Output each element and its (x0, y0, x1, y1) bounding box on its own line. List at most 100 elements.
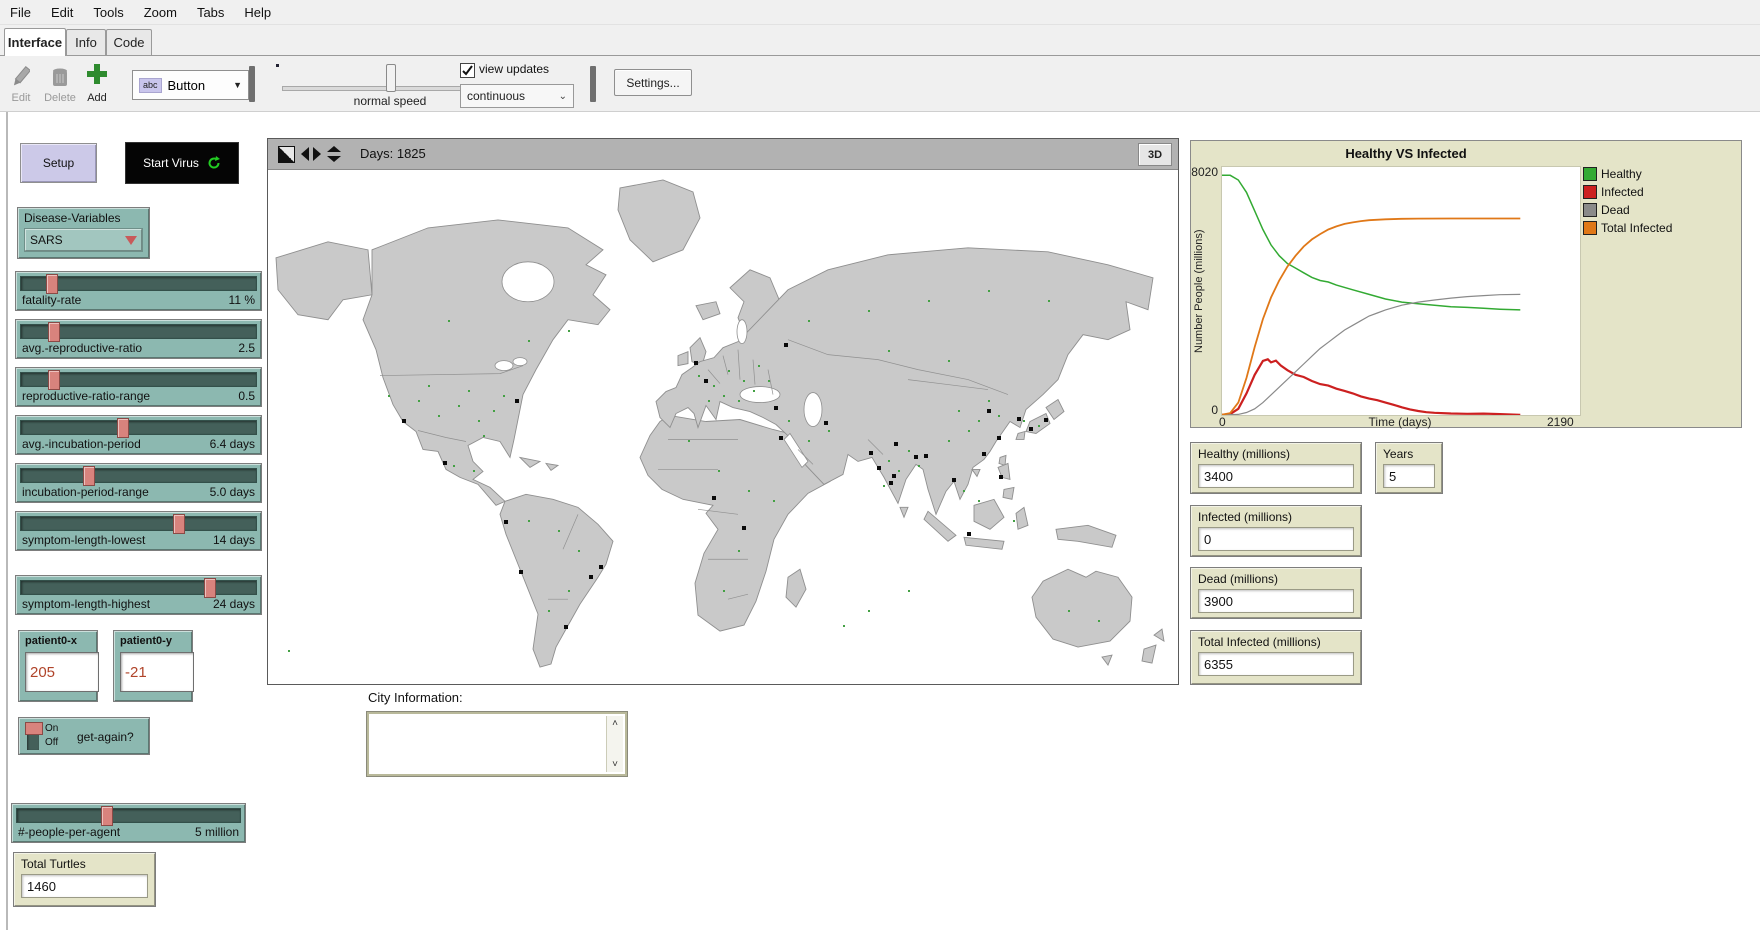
scroll-up-icon[interactable]: ˄ (612, 718, 618, 729)
delete-trash-icon[interactable] (49, 64, 71, 90)
world-view: Days: 1825 3D (267, 138, 1179, 685)
agent-dot (963, 490, 965, 492)
patient0-y-field[interactable] (120, 652, 194, 692)
city-dot (1044, 418, 1048, 422)
get-again-switch[interactable]: On Off get-again? (18, 717, 150, 755)
agent-dot (548, 610, 550, 612)
slider-avg-incubation-period[interactable]: avg.-incubation-period6.4 days (15, 415, 262, 455)
slider-track[interactable] (20, 468, 257, 483)
slider-track[interactable] (20, 516, 257, 531)
switch-handle[interactable] (25, 722, 43, 735)
slider-handle[interactable] (117, 418, 129, 438)
start-virus-label: Start Virus (143, 156, 199, 170)
agent-dot (728, 370, 730, 372)
slider-symptom-length-lowest[interactable]: symptom-length-lowest14 days (15, 511, 262, 551)
legend-swatch (1583, 203, 1597, 217)
slider-handle[interactable] (83, 466, 95, 486)
scroll-down-icon[interactable]: ˅ (612, 759, 618, 770)
vertical-resize-icon[interactable] (326, 146, 342, 162)
menu-help[interactable]: Help (234, 2, 281, 23)
agent-dot (808, 440, 810, 442)
slider-handle[interactable] (48, 322, 60, 342)
city-dot (877, 466, 881, 470)
slider-handle[interactable] (173, 514, 185, 534)
agent-dot (558, 530, 560, 532)
add-plus-icon[interactable] (86, 63, 108, 87)
slider-handle[interactable] (48, 370, 60, 390)
monitor-label: Years (1383, 447, 1435, 461)
widget-type-dropdown[interactable]: abc Button ▼ (132, 70, 249, 100)
slider-value: 14 days (213, 533, 255, 547)
monitor-label: Infected (millions) (1198, 510, 1354, 524)
slider-track[interactable] (20, 420, 257, 435)
slider-symptom-length-highest[interactable]: symptom-length-highest24 days (15, 575, 262, 615)
agent-dot (568, 330, 570, 332)
plot-line-infected (1222, 359, 1520, 415)
patient0-x-field[interactable] (25, 652, 99, 692)
slider-handle[interactable] (204, 578, 216, 598)
horizontal-resize-icon[interactable] (301, 146, 321, 162)
slider-people-per-agent[interactable]: #-people-per-agent5 million (11, 803, 246, 843)
city-information-output[interactable]: ˄ ˅ (367, 712, 627, 776)
x-axis-label: Time (days) (1221, 415, 1579, 429)
chooser-value-box[interactable]: SARS (24, 228, 143, 252)
slider-track[interactable] (20, 276, 257, 291)
tab-info[interactable]: Info (66, 29, 106, 55)
resize-corner-icon[interactable] (278, 146, 295, 163)
agent-dot (1098, 620, 1100, 622)
legend-item-dead: Dead (1583, 203, 1630, 217)
edit-button: Edit (4, 92, 38, 104)
speed-slider-handle[interactable] (386, 64, 396, 92)
city-dot (704, 379, 708, 383)
chooser-arrow-icon (125, 236, 137, 245)
toolbar: Edit Delete Add abc Button ▼ normal spee… (0, 56, 1760, 112)
disease-variables-chooser[interactable]: Disease-Variables SARS (17, 207, 150, 259)
chevron-down-icon: ▼ (233, 80, 242, 90)
agent-dot (738, 400, 740, 402)
view-updates-checkbox[interactable] (460, 63, 475, 78)
slider-track[interactable] (16, 808, 241, 823)
speed-tick (276, 64, 279, 67)
agent-dot (468, 390, 470, 392)
agent-dot (928, 300, 930, 302)
menu-tools[interactable]: Tools (83, 2, 133, 23)
speed-slider-track[interactable] (282, 86, 472, 91)
tab-interface[interactable]: Interface (4, 28, 66, 56)
monitor-value: 0 (1198, 527, 1354, 551)
legend-swatch (1583, 167, 1597, 181)
agent-dot (458, 405, 460, 407)
legend-swatch (1583, 185, 1597, 199)
slider-value: 0.5 (238, 389, 255, 403)
city-dot (967, 532, 971, 536)
tab-code[interactable]: Code (106, 29, 152, 55)
menu-zoom[interactable]: Zoom (134, 2, 187, 23)
city-dot (694, 361, 698, 365)
start-virus-button[interactable]: Start Virus (125, 142, 239, 184)
menu-tabs[interactable]: Tabs (187, 2, 234, 23)
menu-file[interactable]: File (0, 2, 41, 23)
city-dot (892, 474, 896, 478)
slider-incubation-period-range[interactable]: incubation-period-range5.0 days (15, 463, 262, 503)
setup-button[interactable]: Setup (20, 143, 97, 183)
update-mode-dropdown[interactable]: continuous ⌄ (460, 84, 574, 108)
scrollbar[interactable]: ˄ ˅ (606, 716, 623, 772)
slider-handle[interactable] (46, 274, 58, 294)
slider-track[interactable] (20, 372, 257, 387)
city-dot (987, 409, 991, 413)
legend-label: Dead (1601, 203, 1630, 217)
slider-reproductive-ratio-range[interactable]: reproductive-ratio-range0.5 (15, 367, 262, 407)
slider-track[interactable] (20, 324, 257, 339)
agent-dot (1013, 520, 1015, 522)
slider-fatality-rate[interactable]: fatality-rate11 % (15, 271, 262, 311)
plot-line-dead (1222, 294, 1520, 415)
three-d-button[interactable]: 3D (1138, 143, 1172, 166)
slider-handle[interactable] (101, 806, 113, 826)
slider-track[interactable] (20, 580, 257, 595)
slider-avg-reproductive-ratio[interactable]: avg.-reproductive-ratio2.5 (15, 319, 262, 359)
checkmark-icon (461, 64, 474, 77)
settings-button[interactable]: Settings... (614, 69, 692, 96)
edit-pencil-icon[interactable] (12, 64, 30, 90)
menu-edit[interactable]: Edit (41, 2, 83, 23)
map-area[interactable] (268, 170, 1178, 684)
healthy-vs-infected-plot: Healthy VS Infected 8020 0 Number People… (1190, 140, 1742, 428)
